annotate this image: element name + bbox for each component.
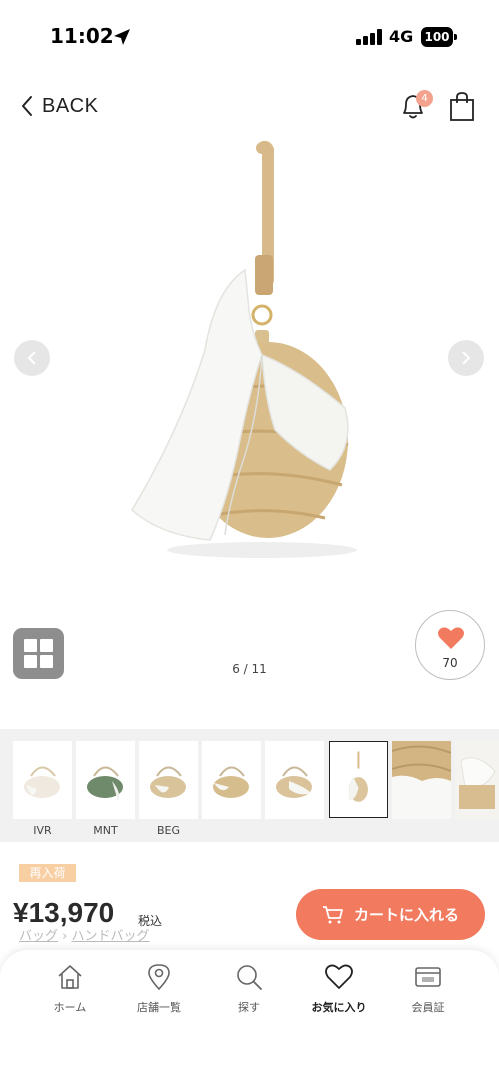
previous-image-button[interactable] [14,340,50,376]
tab-favorites[interactable]: お気に入り [299,963,379,1023]
color-swatch-5[interactable] [265,741,324,819]
status-time: 11:02 [50,24,114,48]
tab-member-card[interactable]: 会員証 [388,963,468,1023]
back-label: BACK [42,94,99,117]
breadcrumb-separator-icon: › [62,929,72,944]
member-card-icon [415,967,441,987]
chevron-left-icon [27,351,36,365]
breadcrumb-link[interactable]: バッグ [19,929,58,944]
breadcrumb-link[interactable]: ハンドバッグ [72,929,150,944]
signal-icon [356,29,382,45]
heart-icon [325,964,353,989]
cart-icon [322,905,343,923]
chevron-right-icon [462,351,471,365]
next-image-button[interactable] [448,340,484,376]
tab-home[interactable]: ホーム [30,963,110,1023]
search-icon [237,965,262,990]
color-swatch-4[interactable] [202,741,261,819]
shopping-bag-icon[interactable] [449,90,475,122]
tab-label: お気に入り [311,1001,367,1014]
product-image[interactable] [0,140,499,580]
breadcrumb: バッグ › ハンドバッグ [19,925,150,944]
color-swatch-label: MNT [93,824,118,837]
location-arrow-icon [114,29,130,45]
color-swatch-ivr[interactable] [13,741,72,819]
heart-icon [438,627,464,649]
favorite-count: 70 [442,656,458,670]
color-swatch-6-selected[interactable] [329,741,388,818]
battery-level: 100 [421,27,453,47]
tab-search[interactable]: 探す [209,963,289,1023]
tab-label: 探す [238,1001,260,1014]
color-swatch-label: IVR [33,824,52,837]
add-to-cart-label: カートに入れる [353,906,459,924]
tab-label: ホーム [53,1001,87,1014]
restock-badge: 再入荷 [19,864,76,882]
home-icon [58,965,82,989]
chevron-left-icon [22,96,32,116]
color-swatch-beg[interactable] [139,741,198,819]
status-bar: 11:02 4G 100 [0,0,499,75]
back-button[interactable]: BACK [20,92,98,120]
location-pin-icon [148,964,170,991]
battery-icon: 100 [421,27,457,47]
tab-store-list[interactable]: 店舗一覧 [119,963,199,1023]
add-to-cart-button[interactable]: カートに入れる [296,889,485,940]
favorite-button[interactable]: 70 [415,610,485,680]
color-swatch-8[interactable] [455,741,499,819]
tab-label: 店舗一覧 [137,1001,181,1014]
tab-label: 会員証 [411,1001,445,1014]
color-swatch-mnt[interactable] [76,741,135,819]
network-type: 4G [389,27,414,46]
notification-badge: 4 [416,90,433,107]
color-swatch-7[interactable] [392,741,451,819]
color-swatch-label: BEG [156,824,181,837]
